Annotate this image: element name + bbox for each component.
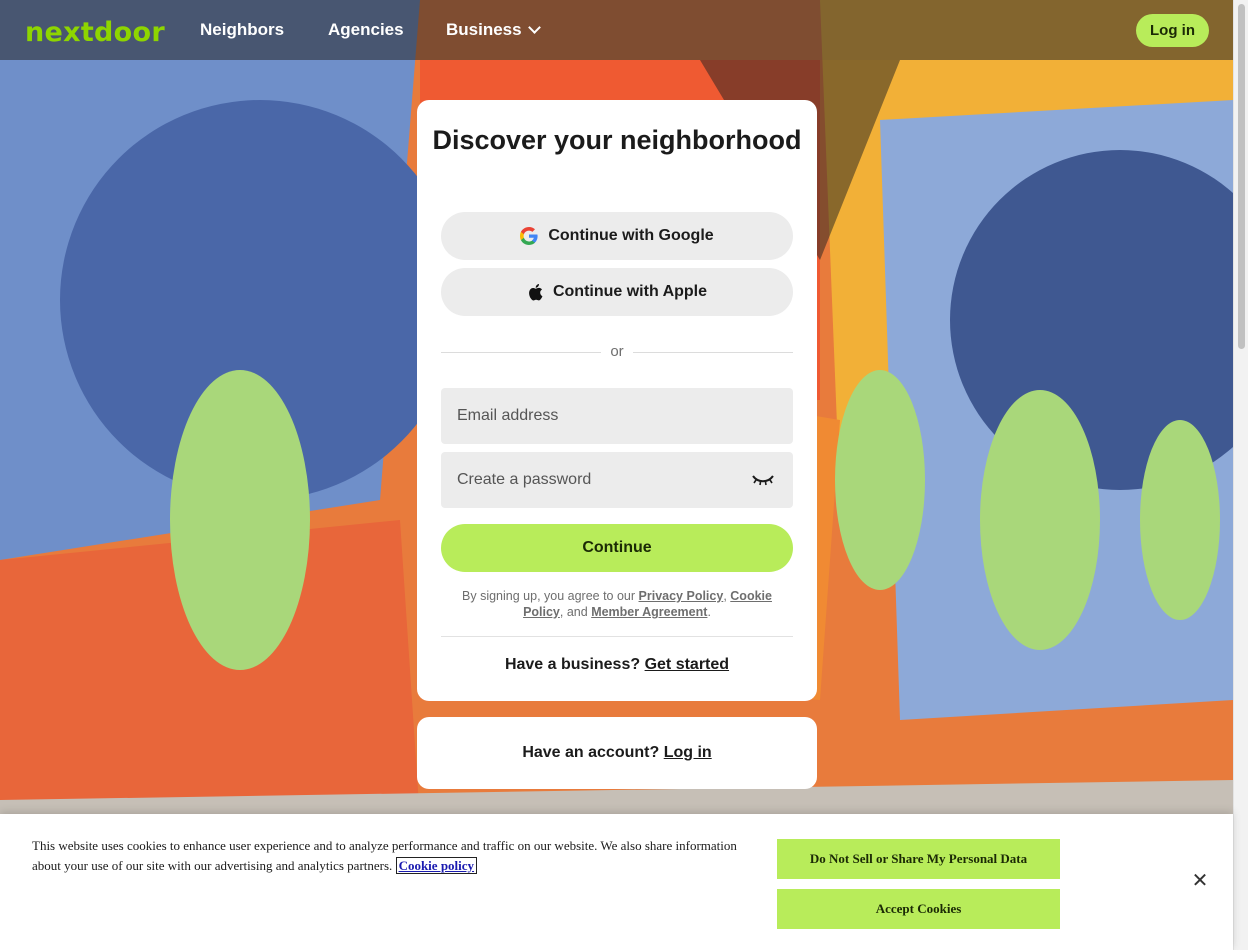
cookie-banner-text: This website uses cookies to enhance use…: [32, 836, 752, 876]
password-field[interactable]: [441, 452, 793, 508]
nav-agencies[interactable]: Agencies: [328, 20, 404, 40]
chevron-down-icon: [527, 21, 541, 34]
login-prompt-card: Have an account? Log in: [417, 717, 817, 789]
continue-with-apple-button[interactable]: Continue with Apple: [441, 268, 793, 316]
cookie-banner: This website uses cookies to enhance use…: [0, 814, 1233, 950]
cookie-policy-banner-link[interactable]: Cookie policy: [395, 857, 478, 874]
nav-business-label: Business: [446, 20, 522, 39]
get-started-link[interactable]: Get started: [645, 656, 729, 673]
continue-with-google-button[interactable]: Continue with Google: [441, 212, 793, 260]
email-field[interactable]: [441, 388, 793, 444]
close-icon[interactable]: ✕: [1190, 870, 1210, 890]
page-scrollbar[interactable]: [1233, 0, 1248, 950]
account-text: Have an account?: [522, 744, 660, 761]
google-button-label: Continue with Google: [548, 227, 714, 244]
do-not-sell-button[interactable]: Do Not Sell or Share My Personal Data: [777, 839, 1060, 879]
legal-text: By signing up, you agree to our Privacy …: [441, 588, 793, 620]
eye-closed-icon[interactable]: [751, 473, 775, 487]
legal-and: , and: [559, 605, 588, 619]
continue-button[interactable]: Continue: [441, 524, 793, 572]
login-prompt: Have an account? Log in: [417, 744, 817, 762]
top-header: nextdoor Neighbors Agencies Business Log…: [0, 0, 1233, 60]
card-separator: [441, 636, 793, 637]
business-prompt: Have a business? Get started: [417, 656, 817, 674]
legal-comma: ,: [723, 589, 727, 603]
legal-period: .: [707, 605, 711, 619]
legal-prefix: By signing up, you agree to our: [462, 589, 636, 603]
nextdoor-logo[interactable]: nextdoor: [25, 17, 165, 48]
scrollbar-thumb[interactable]: [1238, 4, 1245, 349]
google-icon: [520, 227, 538, 245]
signup-card: Discover your neighborhood Continue with…: [417, 100, 817, 701]
apple-button-label: Continue with Apple: [552, 283, 708, 300]
cookie-message: This website uses cookies to enhance use…: [32, 838, 737, 873]
nav-business[interactable]: Business: [446, 20, 541, 40]
nav-neighbors[interactable]: Neighbors: [200, 20, 284, 40]
privacy-policy-link[interactable]: Privacy Policy: [639, 589, 724, 603]
divider-line-right: [633, 352, 793, 353]
apple-icon: [529, 284, 543, 301]
accept-cookies-button[interactable]: Accept Cookies: [777, 889, 1060, 929]
member-agreement-link[interactable]: Member Agreement: [591, 605, 707, 619]
page-title: Discover your neighborhood: [432, 125, 802, 155]
log-in-link[interactable]: Log in: [664, 744, 712, 761]
business-text: Have a business?: [504, 656, 641, 673]
or-divider: or: [441, 342, 793, 362]
header-login-button[interactable]: Log in: [1136, 14, 1209, 47]
